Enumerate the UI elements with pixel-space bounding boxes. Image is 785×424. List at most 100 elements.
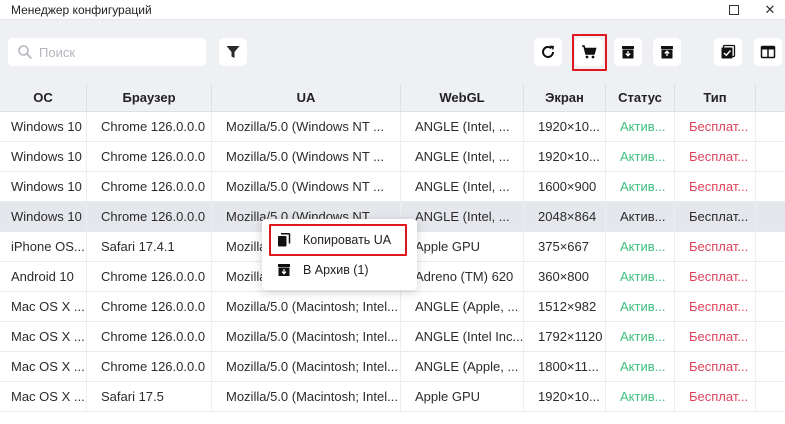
cell-webgl: Adreno (TM) 620	[401, 262, 524, 292]
cell-screen: 1920×10...	[524, 382, 606, 412]
checkbox-icon	[721, 44, 736, 59]
cell-screen: 1920×10...	[524, 142, 606, 172]
column-header-browser[interactable]: Браузер	[87, 84, 212, 112]
cell-status: Актив...	[606, 112, 675, 142]
archive-up-icon	[661, 46, 673, 59]
filter-icon	[226, 46, 240, 58]
cell-os: Windows 10	[0, 202, 87, 232]
cell-ua: Mozilla/5.0 (Macintosh; Intel...	[212, 292, 401, 322]
cell-os: Mac OS X ...	[0, 352, 87, 382]
cell-browser: Safari 17.5	[87, 382, 212, 412]
archive-icon	[277, 263, 291, 277]
cart-button-highlight	[572, 34, 607, 71]
cell-webgl: Apple GPU	[401, 232, 524, 262]
cell-os: Android 10	[0, 262, 87, 292]
column-header-extra	[756, 84, 785, 112]
cell-screen: 1600×900	[524, 172, 606, 202]
column-header-status[interactable]: Статус	[606, 84, 675, 112]
table-header: ОС Браузер UA WebGL Экран Статус Тип	[0, 84, 785, 112]
cell-screen: 1512×982	[524, 292, 606, 322]
search-box[interactable]	[8, 38, 206, 66]
cell-webgl: ANGLE (Intel, ...	[401, 142, 524, 172]
column-header-screen[interactable]: Экран	[524, 84, 606, 112]
close-button[interactable]: ✕	[760, 0, 780, 20]
refresh-icon	[542, 45, 554, 58]
cell-status: Актив...	[606, 202, 675, 232]
cell-webgl: Apple GPU	[401, 382, 524, 412]
cell-type: Бесплат...	[675, 142, 756, 172]
cell-webgl: ANGLE (Intel, ...	[401, 112, 524, 142]
cell-status: Актив...	[606, 232, 675, 262]
cell-status: Актив...	[606, 172, 675, 202]
cell-screen: 1920×10...	[524, 112, 606, 142]
cell-type: Бесплат...	[675, 112, 756, 142]
cell-webgl: ANGLE (Apple, ...	[401, 352, 524, 382]
menu-item-archive[interactable]: В Архив (1)	[262, 255, 417, 285]
cell-os: Windows 10	[0, 142, 87, 172]
context-menu: Копировать UA В Архив (1)	[262, 219, 417, 290]
cell-status: Актив...	[606, 382, 675, 412]
cell-status: Актив...	[606, 292, 675, 322]
column-header-type[interactable]: Тип	[675, 84, 756, 112]
cell-type: Бесплат...	[675, 232, 756, 262]
table-row[interactable]: Windows 10 Chrome 126.0.0.0 Mozilla/5.0 …	[0, 112, 785, 142]
cell-os: Mac OS X ...	[0, 292, 87, 322]
toolbar	[0, 20, 785, 84]
select-all-button[interactable]	[714, 38, 742, 66]
cell-screen: 2048×864	[524, 202, 606, 232]
search-icon	[18, 45, 32, 59]
maximize-icon	[729, 5, 739, 15]
table-row[interactable]: Windows 10 Chrome 126.0.0.0 Mozilla/5.0 …	[0, 172, 785, 202]
refresh-button[interactable]	[534, 38, 562, 66]
table-row[interactable]: Windows 10 Chrome 126.0.0.0 Mozilla/5.0 …	[0, 142, 785, 172]
column-header-webgl[interactable]: WebGL	[401, 84, 524, 112]
maximize-button[interactable]	[724, 0, 744, 20]
close-icon: ✕	[764, 2, 776, 17]
table-row[interactable]: Mac OS X ... Chrome 126.0.0.0 Mozilla/5.…	[0, 322, 785, 352]
title-bar: Менеджер конфигураций ✕	[0, 0, 785, 20]
cell-type: Бесплат...	[675, 262, 756, 292]
window-title: Менеджер конфигураций	[11, 3, 152, 17]
cell-type: Бесплат...	[675, 352, 756, 382]
cell-ua: Mozilla/5.0 (Macintosh; Intel...	[212, 352, 401, 382]
cell-ua: Mozilla/5.0 (Windows NT ...	[212, 142, 401, 172]
cell-browser: Chrome 126.0.0.0	[87, 202, 212, 232]
cell-browser: Chrome 126.0.0.0	[87, 172, 212, 202]
cell-screen: 360×800	[524, 262, 606, 292]
cell-os: Windows 10	[0, 172, 87, 202]
columns-icon	[760, 45, 776, 59]
table-row[interactable]: Mac OS X ... Safari 17.5 Mozilla/5.0 (Ma…	[0, 382, 785, 412]
cell-browser: Chrome 126.0.0.0	[87, 352, 212, 382]
cell-status: Актив...	[606, 262, 675, 292]
archive-down-button[interactable]	[614, 38, 642, 66]
archive-up-button[interactable]	[653, 38, 681, 66]
cell-ua: Mozilla/5.0 (Windows NT ...	[212, 172, 401, 202]
cell-os: Windows 10	[0, 112, 87, 142]
cell-status: Актив...	[606, 142, 675, 172]
cell-webgl: ANGLE (Intel Inc...	[401, 322, 524, 352]
cell-screen: 1792×1120	[524, 322, 606, 352]
cell-browser: Safari 17.4.1	[87, 232, 212, 262]
cell-type: Бесплат...	[675, 322, 756, 352]
table-row[interactable]: Mac OS X ... Chrome 126.0.0.0 Mozilla/5.…	[0, 352, 785, 382]
cell-os: Mac OS X ...	[0, 382, 87, 412]
cell-browser: Chrome 126.0.0.0	[87, 322, 212, 352]
cell-type: Бесплат...	[675, 202, 756, 232]
cell-os: Mac OS X ...	[0, 322, 87, 352]
cell-browser: Chrome 126.0.0.0	[87, 112, 212, 142]
cell-screen: 1800×11...	[524, 352, 606, 382]
columns-button[interactable]	[754, 38, 782, 66]
search-input[interactable]	[39, 44, 199, 60]
table-row[interactable]: Mac OS X ... Chrome 126.0.0.0 Mozilla/5.…	[0, 292, 785, 322]
cell-screen: 375×667	[524, 232, 606, 262]
cell-status: Актив...	[606, 322, 675, 352]
cell-browser: Chrome 126.0.0.0	[87, 262, 212, 292]
cell-status: Актив...	[606, 352, 675, 382]
cell-os: iPhone OS...	[0, 232, 87, 262]
column-header-ua[interactable]: UA	[212, 84, 401, 112]
filter-button[interactable]	[219, 38, 247, 66]
cell-type: Бесплат...	[675, 292, 756, 322]
column-header-os[interactable]: ОС	[0, 84, 87, 112]
menu-item-label: В Архив (1)	[303, 263, 369, 277]
cell-ua: Mozilla/5.0 (Macintosh; Intel...	[212, 322, 401, 352]
